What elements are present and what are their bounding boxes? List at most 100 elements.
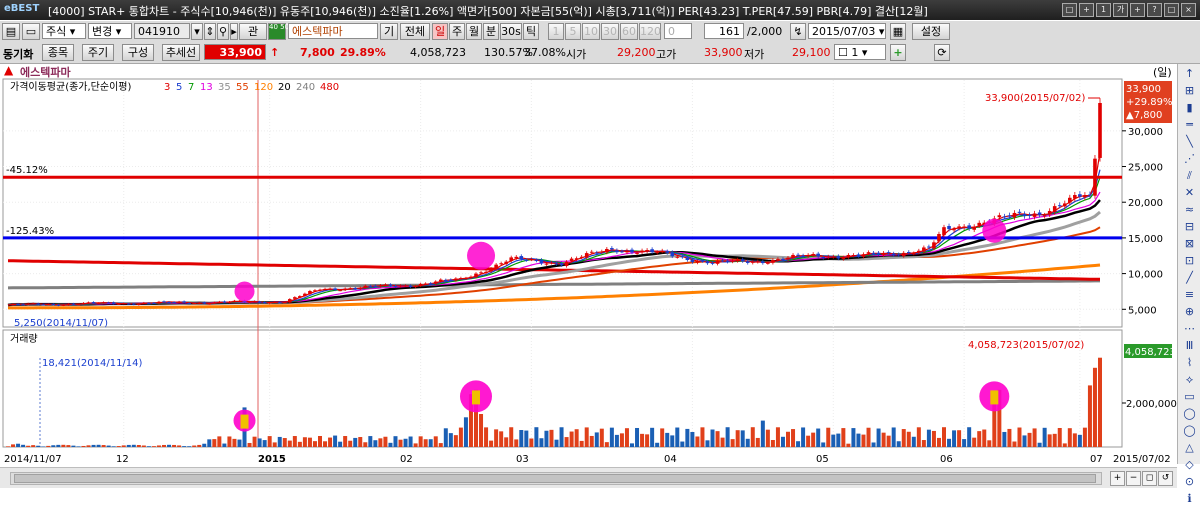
tool-icon-1[interactable]: ⊞	[1182, 84, 1197, 98]
window-button-3[interactable]: 가	[1113, 3, 1128, 17]
volume-bar	[1087, 385, 1092, 447]
tool-icon-18[interactable]: ⟡	[1182, 373, 1197, 387]
zoom-in-icon[interactable]: +	[1110, 471, 1125, 486]
trendline-button[interactable]: 추세선	[162, 44, 200, 61]
minute-button-5[interactable]: 5	[565, 23, 581, 40]
chart-icon[interactable]: ▤	[2, 23, 20, 40]
zoom-out-icon[interactable]: −	[1126, 471, 1141, 486]
ma-legend-period: 35	[218, 82, 231, 93]
count-field[interactable]: 161	[704, 23, 744, 39]
volume-bar	[6, 446, 10, 447]
total-label: /2,000	[747, 25, 783, 38]
candle-body	[645, 249, 649, 252]
volume-bar	[710, 429, 715, 447]
minute-button-60[interactable]: 60	[620, 23, 638, 40]
candle-body	[479, 272, 483, 274]
candle-body	[282, 302, 287, 304]
tool-icon-9[interactable]: ⊟	[1182, 220, 1197, 234]
window-button-2[interactable]: 1	[1096, 3, 1111, 17]
date-field[interactable]: 2015/07/03 ▾	[808, 23, 886, 39]
cycle-button[interactable]: 주기	[82, 44, 114, 61]
compose-button[interactable]: 구성	[122, 44, 154, 61]
calendar-icon[interactable]: ▦	[890, 23, 906, 40]
period-tab-5[interactable]: 틱	[523, 23, 539, 40]
candle-body	[932, 242, 936, 249]
tool-icon-23[interactable]: ◇	[1182, 458, 1197, 472]
zoom-reset-icon[interactable]: ↺	[1158, 471, 1173, 486]
zoom-fit-icon[interactable]: ◻	[1142, 471, 1157, 486]
candle-body	[791, 254, 795, 258]
period-tab-0[interactable]: 일	[432, 23, 448, 40]
tool-icon-5[interactable]: ⋰	[1182, 152, 1197, 166]
change-select[interactable]: 변경 ▾	[88, 23, 132, 39]
settings-button[interactable]: 설정	[912, 23, 950, 40]
volume-bar	[81, 445, 86, 447]
tool-icon-7[interactable]: ✕	[1182, 186, 1197, 200]
play-icon[interactable]: ▸	[230, 23, 238, 40]
tool-icon-22[interactable]: △	[1182, 441, 1197, 455]
period-tab-4[interactable]: 30s	[500, 23, 522, 40]
tool-icon-0[interactable]: ↑	[1182, 67, 1197, 81]
horizontal-scrollbar[interactable]	[10, 472, 1102, 485]
minute-button-120[interactable]: 120	[639, 23, 661, 40]
tool-icon-3[interactable]: ═	[1182, 118, 1197, 132]
window-button-5[interactable]: ?	[1147, 3, 1162, 17]
window-button-4[interactable]: +	[1130, 3, 1145, 17]
item-button[interactable]: 종목	[42, 44, 74, 61]
tool-icon-25[interactable]: ℹ	[1182, 492, 1197, 506]
low-value: 29,100	[792, 46, 831, 59]
candle-body	[730, 260, 735, 262]
refresh-icon[interactable]: ↯	[790, 23, 806, 40]
ma-legend-period: 480	[320, 82, 339, 93]
tool-icon-19[interactable]: ▭	[1182, 390, 1197, 404]
window-button-0[interactable]: □	[1062, 3, 1077, 17]
tool-icon-21[interactable]: ◯	[1182, 424, 1197, 438]
x-axis-label: 04	[664, 454, 677, 465]
type-select[interactable]: 주식 ▾	[42, 23, 86, 39]
zero-field[interactable]: 0	[664, 23, 692, 39]
candle-body	[977, 222, 982, 226]
minute-button-30[interactable]: 30	[601, 23, 619, 40]
window-button-1[interactable]: +	[1079, 3, 1094, 17]
tool-icon-12[interactable]: ╱	[1182, 271, 1197, 285]
candle-body	[237, 301, 242, 303]
minute-button-10[interactable]: 10	[582, 23, 600, 40]
volume-marker-bar	[990, 390, 999, 405]
tool-icon-4[interactable]: ╲	[1182, 135, 1197, 149]
tool-icon-6[interactable]: ⫽	[1182, 169, 1197, 183]
tool-icon-14[interactable]: ⊕	[1182, 305, 1197, 319]
all-button[interactable]: 전체	[400, 23, 430, 40]
tool-icon-2[interactable]: ▮	[1182, 101, 1197, 115]
screen-icon[interactable]: ▭	[22, 23, 40, 40]
tool-icon-13[interactable]: ≡	[1182, 288, 1197, 302]
stock-name-field[interactable]: 에스텍파마	[288, 23, 378, 39]
window-button-6[interactable]: □	[1164, 3, 1179, 17]
tool-icon-10[interactable]: ⊠	[1182, 237, 1197, 251]
reload-icon[interactable]: ⟳	[934, 44, 950, 61]
tool-icon-17[interactable]: ⌇	[1182, 356, 1197, 370]
code-stepper[interactable]: ⇕	[204, 23, 216, 40]
ratio-select[interactable]: ☐ 1 ▾	[834, 44, 886, 60]
gi-button[interactable]: 기	[380, 23, 398, 40]
tool-icon-20[interactable]: ◯	[1182, 407, 1197, 421]
window-button-7[interactable]: ×	[1181, 3, 1196, 17]
period-tab-2[interactable]: 월	[466, 23, 482, 40]
tool-icon-11[interactable]: ⊡	[1182, 254, 1197, 268]
volume-bar	[725, 427, 730, 447]
search-icon[interactable]: ⚲	[217, 23, 229, 40]
period-tab-3[interactable]: 분	[483, 23, 499, 40]
code-dropdown-icon[interactable]: ▾	[191, 23, 203, 40]
volume-bar	[217, 436, 222, 447]
candle-body	[423, 283, 428, 285]
add-icon[interactable]: +	[890, 44, 906, 61]
candle-body	[433, 281, 438, 284]
minute-button-1[interactable]: 1	[548, 23, 564, 40]
scroll-thumb[interactable]	[14, 474, 1096, 483]
code-input[interactable]: 041910	[134, 23, 190, 39]
gwan-button[interactable]: 관	[239, 23, 267, 40]
tool-icon-15[interactable]: ⋯	[1182, 322, 1197, 336]
period-tab-1[interactable]: 주	[449, 23, 465, 40]
tool-icon-8[interactable]: ≈	[1182, 203, 1197, 217]
tool-icon-16[interactable]: Ⅲ	[1182, 339, 1197, 353]
volume-bar	[353, 437, 358, 447]
